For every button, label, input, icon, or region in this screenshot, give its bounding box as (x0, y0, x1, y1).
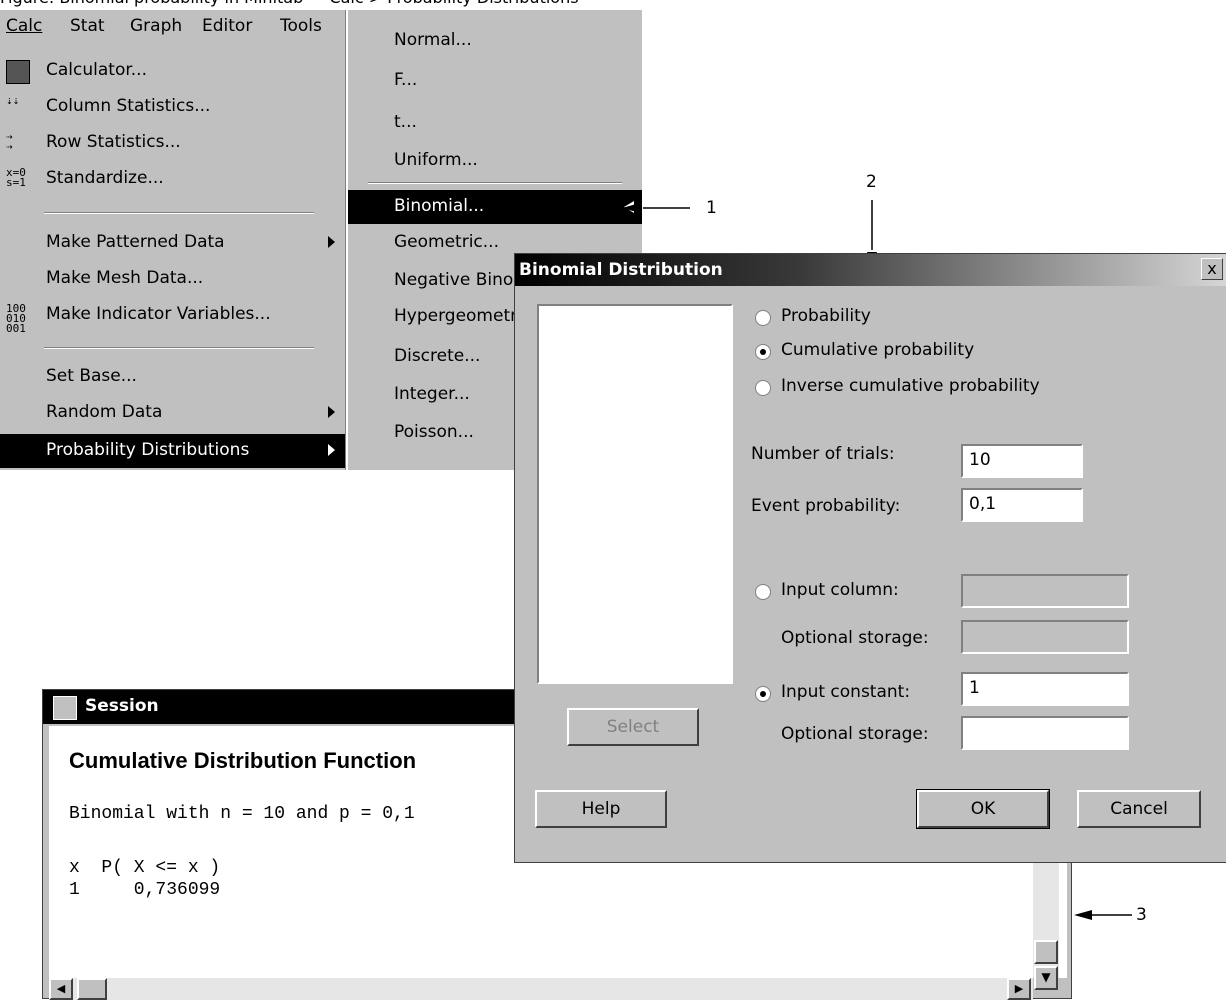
session-titlebar[interactable]: Session (43, 690, 517, 724)
output-table-row: 1 0,736099 (69, 880, 221, 900)
input-constant-label: Input constant: (781, 682, 911, 702)
select-button[interactable]: Select (567, 708, 699, 746)
binomial-distribution-dialog: Binomial Distribution x Probability Cumu… (514, 253, 1226, 863)
event-probability-field[interactable]: 0,1 (961, 488, 1083, 522)
radio-input-constant[interactable] (755, 686, 771, 702)
radio-cumulative-probability[interactable] (755, 344, 771, 360)
input-constant-field[interactable]: 1 (961, 672, 1129, 706)
horizontal-scroll-thumb[interactable] (77, 978, 107, 1000)
scroll-down-button[interactable]: ▼ (1034, 966, 1058, 990)
radio-probability[interactable] (755, 310, 771, 326)
output-heading: Cumulative Distribution Function (69, 748, 417, 773)
radio-input-column[interactable] (755, 584, 771, 600)
dialog-title: Binomial Distribution (519, 260, 723, 280)
help-button[interactable]: Help (535, 790, 667, 828)
scroll-right-button[interactable]: ▶ (1007, 978, 1031, 1000)
callout-3: 3 (1136, 905, 1147, 925)
cancel-button[interactable]: Cancel (1077, 790, 1201, 828)
event-probability-label: Event probability: (751, 496, 901, 516)
input-column-label: Input column: (781, 580, 899, 600)
close-icon[interactable]: x (1201, 258, 1223, 280)
optional-storage-field-2[interactable] (961, 716, 1129, 750)
input-column-field[interactable] (961, 574, 1129, 608)
number-of-trials-field[interactable]: 10 (961, 444, 1083, 478)
variable-list[interactable] (537, 304, 733, 684)
radio-cumulative-label: Cumulative probability (781, 340, 975, 360)
radio-probability-label: Probability (781, 306, 871, 326)
dialog-titlebar[interactable]: Binomial Distribution x (515, 254, 1226, 286)
ok-button[interactable]: OK (916, 789, 1050, 829)
number-of-trials-label: Number of trials: (751, 444, 895, 464)
scroll-left-button[interactable]: ◀ (49, 978, 73, 1000)
output-table-header: x P( X <= x ) (69, 858, 221, 878)
callout-1: 1 (706, 198, 717, 218)
radio-inverse-label: Inverse cumulative probability (781, 376, 1040, 396)
scroll-thumb[interactable] (1034, 940, 1058, 964)
horizontal-scrollbar[interactable]: ◀ ▶ (49, 978, 1033, 1000)
output-line: Binomial with n = 10 and p = 0,1 (69, 804, 415, 824)
optional-storage-field-1[interactable] (961, 620, 1129, 654)
session-window-icon (53, 696, 77, 720)
callout-2: 2 (866, 172, 877, 192)
optional-storage-label: Optional storage: (781, 628, 929, 648)
session-title: Session (85, 696, 159, 716)
optional-storage-label: Optional storage: (781, 724, 929, 744)
radio-inverse-cumulative[interactable] (755, 380, 771, 396)
